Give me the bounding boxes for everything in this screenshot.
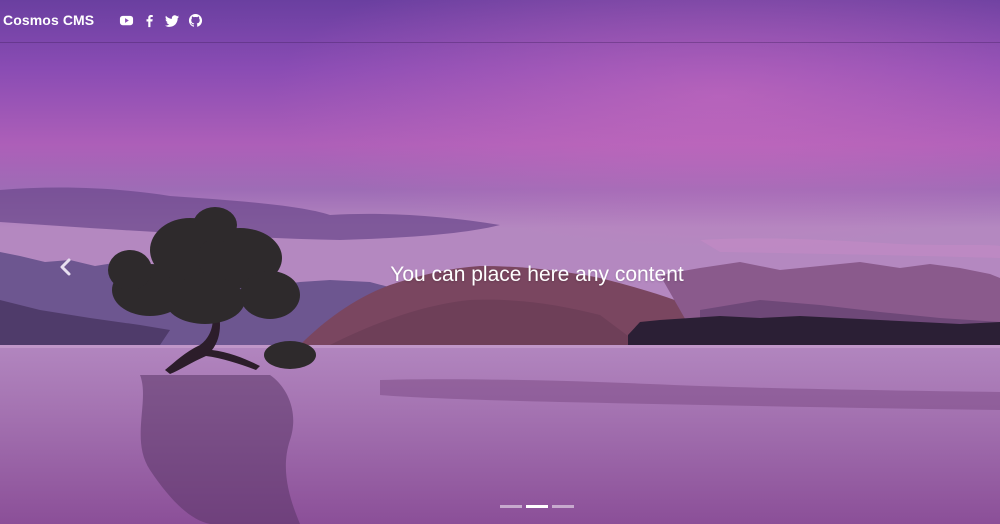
facebook-link[interactable]	[142, 13, 157, 28]
github-icon	[188, 13, 203, 28]
facebook-icon	[142, 13, 157, 28]
twitter-link[interactable]	[165, 13, 180, 28]
youtube-link[interactable]	[119, 13, 134, 28]
carousel-indicator-1[interactable]	[500, 505, 522, 508]
twitter-icon	[165, 13, 180, 28]
youtube-icon	[119, 13, 134, 28]
landscape-background	[0, 0, 1000, 524]
carousel-caption: You can place here any content	[390, 263, 684, 287]
brand-logo-link[interactable]: Cosmos CMS	[3, 12, 94, 28]
carousel-indicators	[500, 505, 574, 508]
carousel-indicator-3[interactable]	[552, 505, 574, 508]
github-link[interactable]	[188, 13, 203, 28]
hero-carousel: Cosmos CMS You can place here any conten…	[0, 0, 1000, 524]
social-links	[119, 13, 203, 28]
carousel-indicator-2[interactable]	[526, 505, 548, 508]
navbar: Cosmos CMS	[0, 0, 1000, 43]
